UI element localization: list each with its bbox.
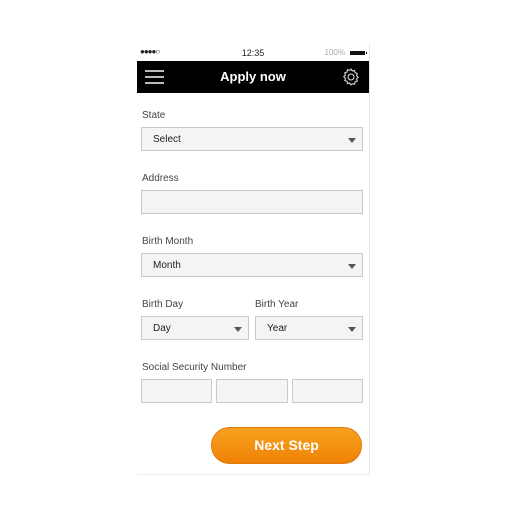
battery-percentage: 100% xyxy=(324,48,345,57)
birth-month-select[interactable]: Month xyxy=(141,253,363,277)
chevron-down-icon xyxy=(348,327,356,332)
ssn-input-1[interactable] xyxy=(141,379,212,403)
next-step-button[interactable]: Next Step xyxy=(211,427,362,464)
chevron-down-icon xyxy=(348,264,356,269)
birth-year-select[interactable]: Year xyxy=(255,316,363,340)
birth-year-label: Birth Year xyxy=(255,299,299,310)
birth-month-label: Birth Month xyxy=(142,236,194,247)
battery-icon xyxy=(350,51,367,55)
birth-day-label: Birth Day xyxy=(142,299,184,310)
ssn-label: Social Security Number xyxy=(142,362,247,373)
phone-screen: ●●●●○ 12:35 100% Apply now State Select … xyxy=(137,44,370,475)
address-label: Address xyxy=(142,173,179,184)
address-input[interactable] xyxy=(141,190,363,214)
state-select-value: Select xyxy=(153,134,181,145)
status-bar: ●●●●○ 12:35 100% xyxy=(137,44,369,61)
gear-icon[interactable] xyxy=(341,67,361,87)
chevron-down-icon xyxy=(348,138,356,143)
state-select[interactable]: Select xyxy=(141,127,363,151)
page-title: Apply now xyxy=(220,69,286,84)
birth-day-select[interactable]: Day xyxy=(141,316,249,340)
birth-month-select-value: Month xyxy=(153,260,181,271)
chevron-down-icon xyxy=(234,327,242,332)
state-label: State xyxy=(142,110,166,121)
birth-year-select-value: Year xyxy=(267,323,288,334)
birth-day-select-value: Day xyxy=(153,323,171,334)
nav-bar: Apply now xyxy=(137,61,369,93)
ssn-input-3[interactable] xyxy=(292,379,363,403)
ssn-input-2[interactable] xyxy=(216,379,288,403)
